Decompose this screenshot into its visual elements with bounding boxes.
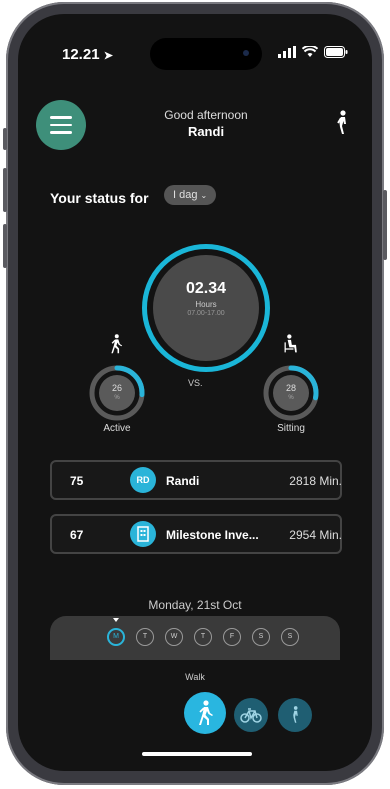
mute-switch [3,128,7,150]
hours-range: 07.00-17.00 [187,310,225,317]
stand-button[interactable] [278,698,312,732]
status-icons [278,44,348,60]
active-ring [89,365,145,421]
chevron-down-icon: ⌄ [200,191,208,200]
greeting-text: Good afternoon [164,108,248,122]
active-label: Active [103,423,131,434]
cellular-signal-icon [278,46,296,58]
status-time: 12.21 ➤ [62,46,113,63]
location-arrow-icon: ➤ [103,50,113,62]
sitting-person-icon [282,334,300,359]
active-walking-icon [108,334,124,359]
day-tuesday[interactable]: T [136,628,154,646]
row-minutes: 2954 Min. [289,528,342,542]
sitting-label: Sitting [277,423,305,434]
row-rank: 75 [70,474,84,488]
menu-icon [50,116,72,119]
period-value: I dag [173,189,198,201]
status-label: Your status for [50,190,149,206]
bicycle-icon [240,708,262,723]
selected-date: Monday, 21st Oct [148,598,242,612]
day-friday[interactable]: F [223,628,241,646]
battery-icon [324,46,348,58]
row-rank: 67 [70,528,84,542]
active-value: 26 [111,383,122,393]
hours-unit: Hours [195,300,217,309]
bike-button[interactable] [234,698,268,732]
active-unit: % [114,395,120,401]
day-thursday[interactable]: T [194,628,212,646]
walking-person-icon[interactable] [332,110,352,141]
row-name: Milestone Inve... [166,528,259,542]
standing-person-icon [293,706,298,723]
user-name: Randi [187,124,225,139]
day-saturday[interactable]: S [252,628,270,646]
day-wednesday[interactable]: W [165,628,183,646]
building-icon [130,521,156,547]
period-select[interactable]: I dag ⌄ [164,185,217,205]
day-sunday[interactable]: S [281,628,299,646]
sitting-ring [263,365,319,421]
home-indicator [142,752,252,756]
menu-button[interactable] [36,100,86,150]
power-button [383,190,387,260]
row-minutes: 2818 Min. [289,474,342,488]
activity-label: Walk [185,672,205,682]
vs-label: VS. [188,378,203,388]
camera-dot [243,50,249,56]
sitting-value: 28 [285,383,296,393]
avatar: RD [130,467,156,493]
walk-icon [199,700,213,725]
hours-value: 02.34 [185,280,227,297]
wifi-icon [302,46,318,57]
today-marker [113,618,119,622]
app-screen: 12.21 ➤ Good afternoon Randi Your status… [18,14,372,771]
day-monday[interactable]: M [107,628,125,646]
sitting-unit: % [288,395,294,401]
volume-down-button [3,224,7,268]
volume-up-button [3,168,7,212]
walk-button[interactable] [184,692,226,734]
row-name: Randi [166,474,200,488]
